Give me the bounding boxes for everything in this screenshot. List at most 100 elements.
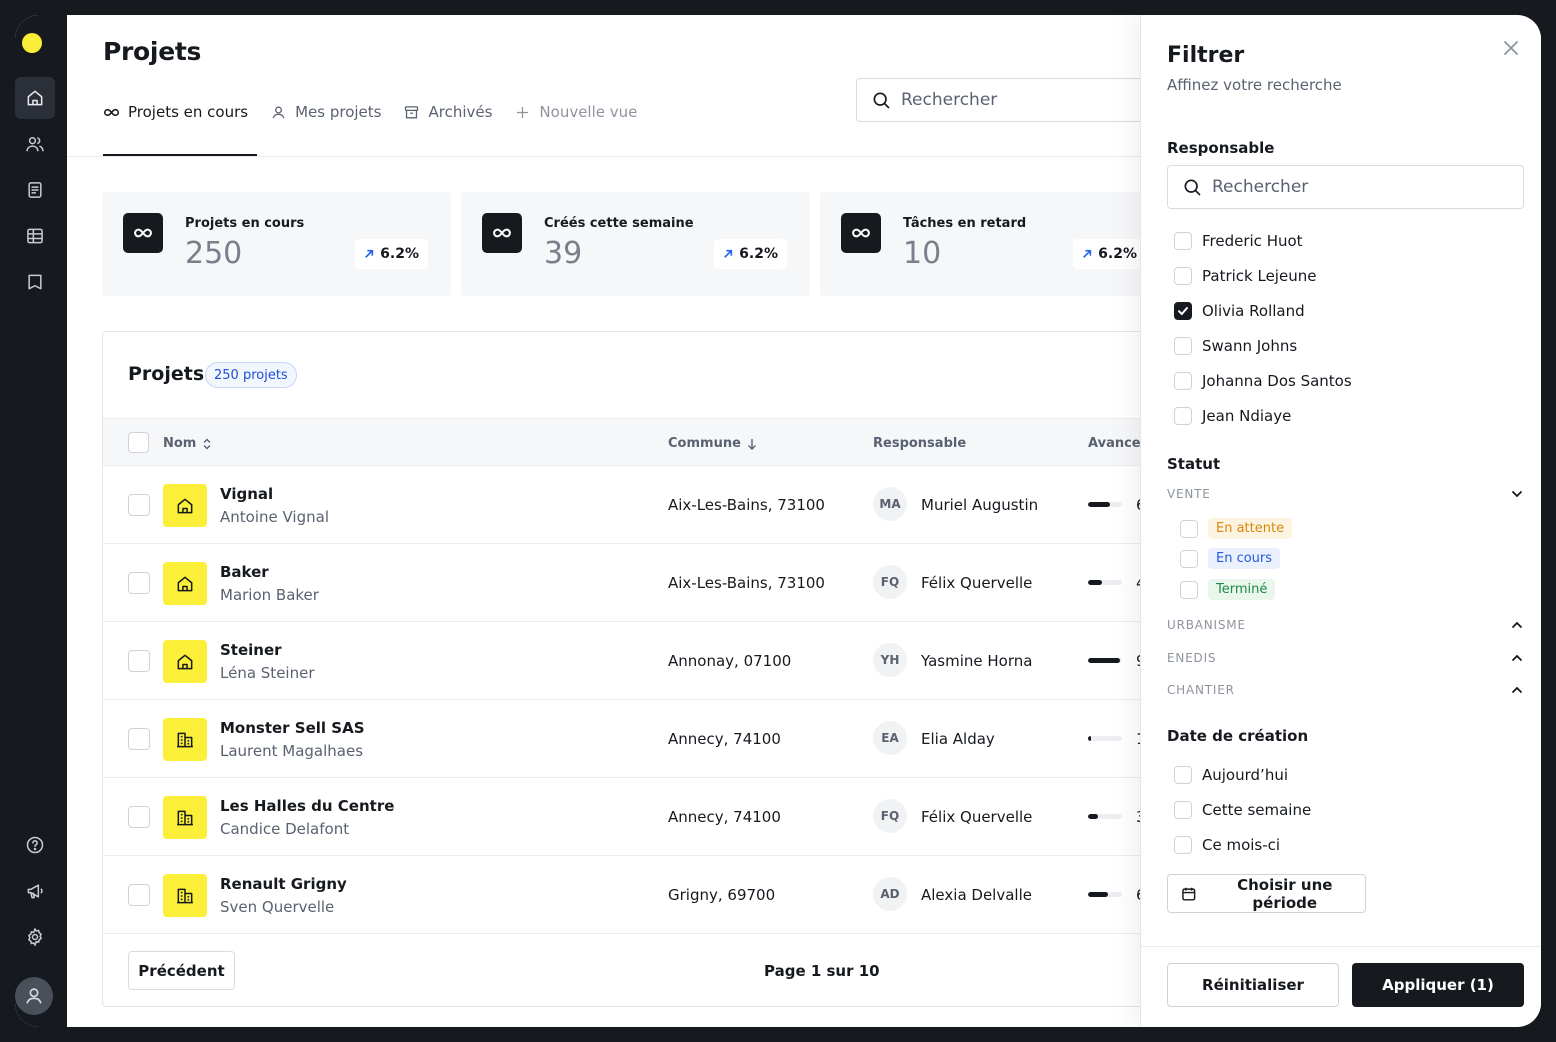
stat-change-badge: 6.2% — [714, 239, 787, 269]
table-row[interactable]: Les Halles du Centre Candice Delafont An… — [103, 778, 1161, 856]
apply-button[interactable]: Appliquer (1) — [1352, 963, 1524, 1007]
row-checkbox[interactable] — [128, 494, 150, 516]
checkbox[interactable] — [1174, 267, 1192, 285]
date-option[interactable]: Ce mois-ci — [1174, 836, 1280, 854]
checkbox[interactable] — [1180, 580, 1198, 599]
row-checkbox[interactable] — [128, 650, 150, 672]
responsable-option[interactable]: Olivia Rolland — [1174, 302, 1305, 320]
column-avancement[interactable]: Avancer — [1088, 436, 1147, 451]
sidebar-item-settings[interactable] — [15, 916, 55, 958]
responsable-option[interactable]: Frederic Huot — [1174, 232, 1303, 250]
chevron-up-icon — [1512, 654, 1522, 661]
status-group-urbanisme[interactable]: URBANISME — [1167, 618, 1524, 632]
status-option[interactable]: Terminé — [1180, 579, 1276, 600]
tab-projets-en-cours[interactable]: Projets en cours — [103, 100, 248, 124]
arrow-up-right-icon — [365, 249, 374, 258]
project-type-badge — [163, 484, 207, 527]
column-commune[interactable]: Commune — [668, 436, 757, 451]
sidebar-item-users[interactable] — [15, 123, 55, 165]
column-nom[interactable]: Nom — [163, 436, 212, 451]
checkbox[interactable] — [1174, 302, 1192, 320]
status-option[interactable]: En attente — [1180, 518, 1293, 539]
stat-value: 10 — [903, 236, 942, 271]
sidebar-item-help[interactable] — [15, 824, 55, 866]
checkbox[interactable] — [1174, 232, 1192, 250]
responsable-option[interactable]: Patrick Lejeune — [1174, 267, 1316, 285]
book-icon — [28, 274, 42, 290]
row-checkbox[interactable] — [128, 728, 150, 750]
project-search[interactable] — [856, 78, 1156, 122]
responsable-option[interactable]: Jean Ndiaye — [1174, 407, 1291, 425]
project-client: Antoine Vignal — [220, 508, 329, 526]
reset-button[interactable]: Réinitialiser — [1167, 963, 1339, 1007]
sidebar-item-home[interactable] — [15, 77, 55, 119]
project-commune: Grigny, 69700 — [668, 886, 776, 904]
checkbox[interactable] — [1180, 519, 1198, 538]
project-name[interactable]: Les Halles du Centre — [220, 797, 394, 815]
stat-card-projets-en-cours: Projets en cours 250 6.2% — [102, 192, 451, 296]
row-checkbox[interactable] — [128, 806, 150, 828]
responsable-option[interactable]: Swann Johns — [1174, 337, 1297, 355]
search-icon — [873, 92, 890, 109]
status-group-chantier[interactable]: CHANTIER — [1167, 683, 1524, 697]
date-option[interactable]: Aujourd’hui — [1174, 766, 1288, 784]
project-commune: Annecy, 74100 — [668, 730, 781, 748]
sidebar-item-tasks[interactable] — [15, 169, 55, 211]
project-name[interactable]: Renault Grigny — [220, 875, 347, 893]
checkbox[interactable] — [1174, 801, 1192, 819]
choose-period-button[interactable]: Choisir une période — [1167, 874, 1366, 913]
stat-change-badge: 6.2% — [1073, 239, 1146, 269]
checkbox[interactable] — [1174, 337, 1192, 355]
tab-label: Projets en cours — [128, 103, 249, 121]
progress-fill — [1088, 658, 1121, 663]
status-option[interactable]: En cours — [1180, 548, 1281, 569]
tab-nouvelle-vue[interactable]: Nouvelle vue — [514, 100, 637, 124]
column-label: Responsable — [873, 436, 967, 451]
project-commune: Aix-Les-Bains, 73100 — [668, 496, 825, 514]
sidebar-item-announcements[interactable] — [15, 870, 55, 912]
date-option[interactable]: Cette semaine — [1174, 801, 1311, 819]
responsable-search-input[interactable] — [1212, 177, 1492, 197]
checkbox[interactable] — [1180, 549, 1198, 568]
project-name[interactable]: Vignal — [220, 485, 273, 503]
close-icon[interactable] — [1501, 38, 1521, 58]
project-name[interactable]: Monster Sell SAS — [220, 719, 365, 737]
responsable-option[interactable]: Johanna Dos Santos — [1174, 372, 1352, 390]
project-client: Laurent Magalhaes — [220, 742, 364, 760]
tab-archives[interactable]: Archivés — [403, 100, 492, 124]
checkbox[interactable] — [1174, 836, 1192, 854]
sidebar-item-table[interactable] — [15, 215, 55, 257]
table-row[interactable]: Steiner Léna Steiner Annonay, 07100 YH Y… — [103, 622, 1161, 700]
table-row[interactable]: Monster Sell SAS Laurent Magalhaes Annec… — [103, 700, 1161, 778]
column-responsable[interactable]: Responsable — [873, 436, 966, 451]
option-label: Aujourd’hui — [1202, 766, 1288, 784]
row-checkbox[interactable] — [128, 884, 150, 906]
stat-card-crees-cette-semaine: Créés cette semaine 39 6.2% — [461, 192, 810, 296]
project-name[interactable]: Baker — [220, 563, 269, 581]
select-all-checkbox[interactable] — [128, 432, 149, 453]
status-group-vente[interactable]: VENTE — [1167, 487, 1524, 501]
group-label: CHANTIER — [1167, 683, 1235, 697]
responsable-search[interactable] — [1167, 165, 1524, 209]
table-row[interactable]: Renault Grigny Sven Quervelle Grigny, 69… — [103, 856, 1161, 934]
sidebar-item-docs[interactable] — [15, 261, 55, 303]
checkbox[interactable] — [1174, 372, 1192, 390]
row-checkbox[interactable] — [128, 572, 150, 594]
previous-page-button[interactable]: Précédent — [128, 951, 235, 990]
checkbox[interactable] — [1174, 766, 1192, 784]
tab-mes-projets[interactable]: Mes projets — [270, 100, 381, 124]
search-input[interactable] — [901, 90, 1121, 110]
project-responsable: Alexia Delvalle — [921, 886, 1032, 904]
progress-fill — [1088, 580, 1102, 585]
avatar: FQ — [873, 565, 907, 599]
checkbox[interactable] — [1174, 407, 1192, 425]
user-icon — [26, 988, 42, 1004]
project-name[interactable]: Steiner — [220, 641, 282, 659]
stat-value: 39 — [544, 236, 583, 271]
table-row[interactable]: Vignal Antoine Vignal Aix-Les-Bains, 731… — [103, 466, 1161, 544]
table-row[interactable]: Baker Marion Baker Aix-Les-Bains, 73100 … — [103, 544, 1161, 622]
stat-label: Créés cette semaine — [544, 216, 694, 231]
user-avatar[interactable] — [15, 977, 53, 1015]
page-indicator: Page 1 sur 10 — [764, 962, 880, 980]
status-group-enedis[interactable]: ENEDIS — [1167, 651, 1524, 665]
